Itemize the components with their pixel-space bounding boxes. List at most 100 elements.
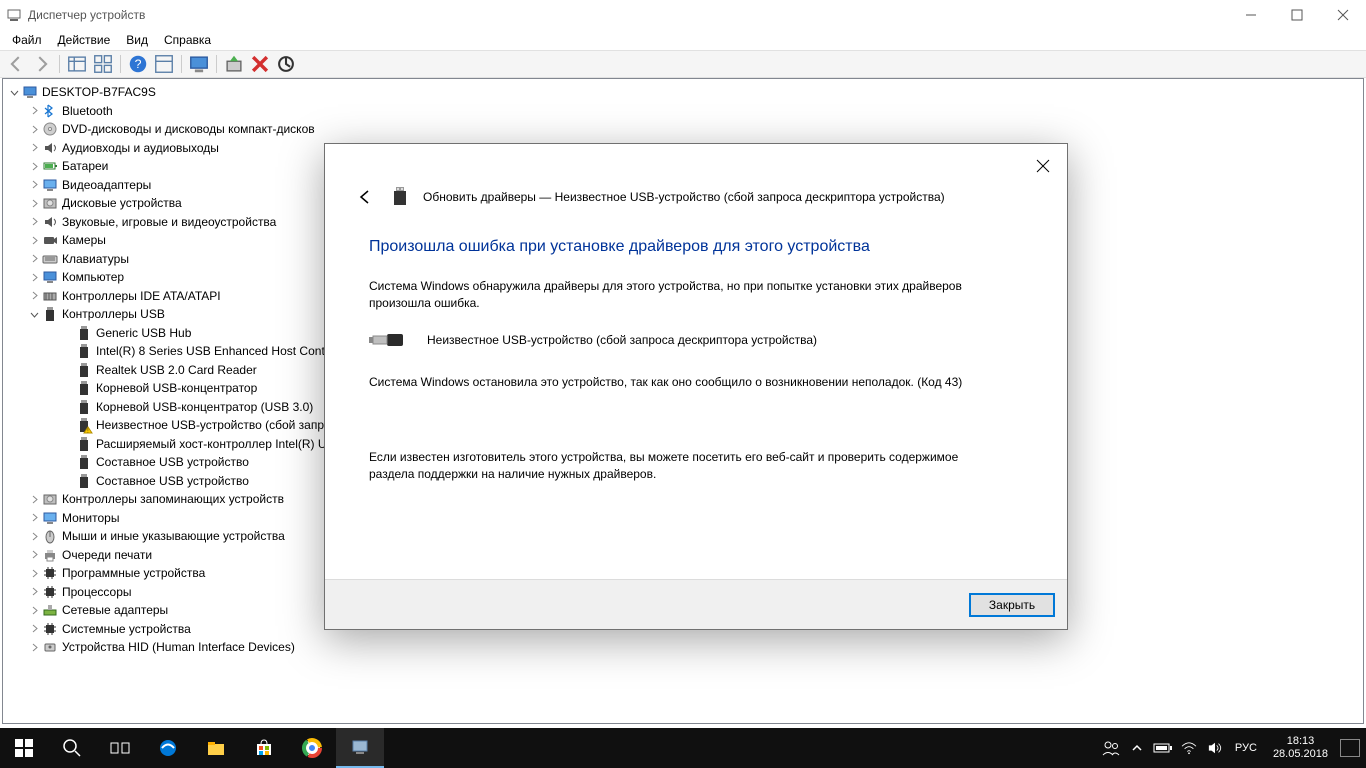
expand-icon[interactable]	[27, 233, 42, 248]
tree-label: Корневой USB-концентратор	[96, 379, 257, 398]
update-driver-dialog: Обновить драйверы — Неизвестное USB-устр…	[324, 143, 1068, 630]
tree-category[interactable]: Bluetooth	[5, 102, 1361, 121]
clock[interactable]: 18:13 28.05.2018	[1267, 735, 1334, 761]
expand-icon[interactable]	[27, 270, 42, 285]
menu-help[interactable]: Справка	[156, 31, 219, 49]
menu-view[interactable]: Вид	[118, 31, 156, 49]
expand-icon[interactable]	[27, 159, 42, 174]
expand-icon[interactable]	[27, 492, 42, 507]
scan-hardware-button[interactable]	[222, 53, 246, 75]
tree-label: Generic USB Hub	[96, 324, 191, 343]
dialog-close-button[interactable]	[1029, 152, 1057, 180]
expand-icon[interactable]	[27, 603, 42, 618]
date-label: 28.05.2018	[1273, 748, 1328, 761]
language-indicator[interactable]: РУС	[1231, 742, 1261, 754]
tree-label: Системные устройства	[62, 620, 191, 639]
help-button[interactable]: ?	[126, 53, 150, 75]
tree-label: Мыши и иные указывающие устройства	[62, 527, 285, 546]
collapse-icon[interactable]	[27, 307, 42, 322]
expand-icon[interactable]	[27, 566, 42, 581]
device-icon	[76, 399, 92, 415]
expand-icon[interactable]	[27, 584, 42, 599]
edge-icon[interactable]	[144, 728, 192, 768]
expand-icon[interactable]	[27, 621, 42, 636]
tree-category[interactable]: Устройства HID (Human Interface Devices)	[5, 638, 1361, 657]
tray-chevron-up-icon[interactable]	[1127, 738, 1147, 758]
tree-label: Аудиовходы и аудиовыходы	[62, 139, 219, 158]
device-icon	[22, 84, 38, 100]
close-button[interactable]	[1320, 0, 1366, 30]
device-icon	[42, 103, 58, 119]
properties-button[interactable]	[152, 53, 176, 75]
collapse-icon[interactable]	[7, 85, 22, 100]
toolbar-sep	[59, 55, 60, 73]
dialog-close-action-button[interactable]: Закрыть	[969, 593, 1055, 617]
tree-label: Компьютер	[62, 268, 124, 287]
device-icon	[42, 565, 58, 581]
action-center-icon[interactable]	[1340, 738, 1360, 758]
device-icon	[42, 288, 58, 304]
device-icon	[42, 306, 58, 322]
dialog-back-button[interactable]	[353, 185, 377, 209]
tree-label: Звуковые, игровые и видеоустройства	[62, 213, 276, 232]
view-tiles-button[interactable]	[91, 53, 115, 75]
toolbar-sep	[120, 55, 121, 73]
tree-root[interactable]: DESKTOP-B7FAC9S	[5, 83, 1361, 102]
device-icon	[76, 343, 92, 359]
tree-label: Процессоры	[62, 583, 132, 602]
dialog-text-3: Если известен изготовитель этого устройс…	[369, 449, 989, 483]
volume-icon[interactable]	[1205, 738, 1225, 758]
battery-icon[interactable]	[1153, 738, 1173, 758]
device-manager-taskbar-icon[interactable]	[336, 728, 384, 768]
monitor-button[interactable]	[187, 53, 211, 75]
expand-icon[interactable]	[27, 196, 42, 211]
chrome-icon[interactable]	[288, 728, 336, 768]
file-explorer-icon[interactable]	[192, 728, 240, 768]
update-driver-button[interactable]	[274, 53, 298, 75]
forward-button[interactable]	[30, 53, 54, 75]
expand-icon[interactable]	[27, 103, 42, 118]
device-icon	[391, 184, 409, 210]
expand-icon[interactable]	[27, 288, 42, 303]
back-button[interactable]	[4, 53, 28, 75]
expand-icon[interactable]	[27, 140, 42, 155]
titlebar: Диспетчер устройств	[0, 0, 1366, 30]
device-icon	[42, 491, 58, 507]
expand-icon[interactable]	[27, 640, 42, 655]
store-icon[interactable]	[240, 728, 288, 768]
tree-label: Составное USB устройство	[96, 453, 249, 472]
expand-icon[interactable]	[27, 177, 42, 192]
expand-icon[interactable]	[27, 510, 42, 525]
menu-file[interactable]: Файл	[4, 31, 50, 49]
expand-icon[interactable]	[27, 122, 42, 137]
view-details-button[interactable]	[65, 53, 89, 75]
task-view-button[interactable]	[96, 728, 144, 768]
device-icon	[76, 473, 92, 489]
expand-icon[interactable]	[27, 251, 42, 266]
device-icon	[42, 584, 58, 600]
start-button[interactable]	[0, 728, 48, 768]
tree-label: Контроллеры USB	[62, 305, 165, 324]
device-icon	[76, 380, 92, 396]
tree-label: Intel(R) 8 Series USB Enhanced Host Cont…	[96, 342, 351, 361]
minimize-button[interactable]	[1228, 0, 1274, 30]
uninstall-button[interactable]	[248, 53, 272, 75]
device-icon	[76, 454, 92, 470]
wifi-icon[interactable]	[1179, 738, 1199, 758]
search-button[interactable]	[48, 728, 96, 768]
tree-label: Видеоадаптеры	[62, 176, 151, 195]
toolbar-sep	[181, 55, 182, 73]
tree-category[interactable]: DVD-дисководы и дисководы компакт-дисков	[5, 120, 1361, 139]
menubar: Файл Действие Вид Справка	[0, 30, 1366, 50]
expand-icon[interactable]	[27, 529, 42, 544]
tree-label: Корневой USB-концентратор (USB 3.0)	[96, 398, 313, 417]
tree-label: Составное USB устройство	[96, 472, 249, 491]
expand-icon[interactable]	[27, 214, 42, 229]
app-icon	[6, 7, 22, 23]
people-icon[interactable]	[1101, 738, 1121, 758]
expand-icon[interactable]	[27, 547, 42, 562]
device-icon	[76, 362, 92, 378]
maximize-button[interactable]	[1274, 0, 1320, 30]
menu-action[interactable]: Действие	[50, 31, 119, 49]
device-icon	[76, 325, 92, 341]
